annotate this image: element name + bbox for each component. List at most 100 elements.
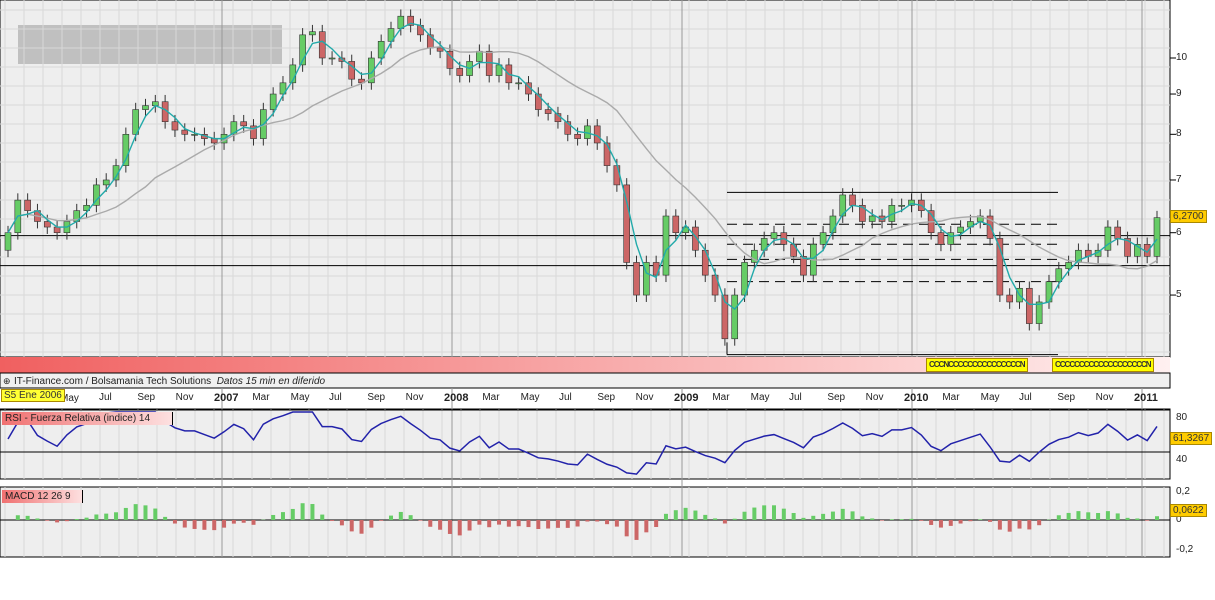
macd-bar-positive [320,514,325,520]
macd-bar-negative [222,520,227,528]
download-icon[interactable]: ⊕ [3,376,11,387]
macd-bar-negative [477,520,482,525]
candle-up [1035,301,1043,324]
macd-bar-negative [45,520,50,521]
macd-bar-negative [929,520,934,525]
macd-bar-positive [742,511,747,520]
macd-bar-positive [899,519,904,520]
x-axis-label: Sep [367,392,386,403]
candle-up [819,232,827,245]
macd-bar-negative [968,520,973,522]
macd-bar-negative [948,520,953,526]
macd-bar-positive [163,516,168,520]
rsi-title: RSI - Fuerza Relativa (indice) 14 [2,412,173,425]
candle-down [24,199,31,211]
macd-bar-negative [487,520,492,528]
macd-bar-negative [624,520,629,537]
macd-bar-negative [231,520,236,524]
macd-bar-negative [172,520,177,524]
macd-bar-negative [428,520,433,527]
macd-bar-positive [1105,511,1110,520]
price-tick: 10 [1176,52,1188,63]
candle-down [240,121,247,127]
candle-up [957,226,964,234]
macd-bar-positive [290,508,295,520]
x-axis-label: Sep [1057,392,1076,403]
x-axis-label: 2011 [1134,392,1158,404]
rsi-last-badge: 61,3267 [1170,432,1213,445]
x-axis-label: Mar [482,392,500,403]
x-axis-label: Sep [597,392,616,403]
x-axis-label: Jul [1019,392,1032,403]
macd-bar-positive [850,511,855,520]
price-tick: 7 [1176,173,1182,185]
candle-up [4,232,12,251]
candle-up [142,105,149,110]
candle-down [613,165,621,186]
x-axis-label: Nov [865,392,884,403]
macd-bar-negative [958,520,963,524]
candle-down [672,215,680,234]
candle-down [53,226,61,234]
candle-down [544,109,552,114]
x-axis-label: Mar [252,392,270,403]
rsi-tick: 40 [1176,454,1188,465]
macd-bar-negative [182,520,187,528]
cursor-date-badge: S5 Ene 2006 [1,389,65,402]
chart-canvas[interactable] [0,0,1215,600]
macd-bar-negative [880,520,885,521]
macd-bar-negative [369,520,374,528]
candle-down [633,262,640,296]
macd-bar-negative [379,520,384,521]
x-axis-label: Mar [712,392,730,403]
macd-bar-positive [889,519,894,520]
candle-down [171,121,179,131]
candle-down [849,194,856,206]
macd-bar-negative [55,520,60,523]
macd-bar-negative [359,520,364,534]
x-axis-label: 2007 [214,392,239,404]
x-axis-label: May [750,392,770,403]
candle-down [535,93,542,110]
macd-bar-positive [703,514,708,520]
macd-bar-positive [123,507,128,520]
chart-window: IT-Finance.com / Bolsamania Tech Solutio… [0,0,1215,600]
last-price-badge: 6,2700 [1170,210,1207,223]
macd-bar-positive [762,505,767,520]
x-axis-label: Nov [1095,392,1114,403]
x-axis-label: Jul [559,392,572,403]
x-axis-label: May [290,392,310,403]
macd-bar-negative [722,520,727,524]
macd-bar-negative [447,520,452,534]
macd-bar-negative [654,520,659,527]
macd-bar-negative [988,520,993,522]
signal-strip-segment: CCCCCCCCCCCCCCCCCCCN [1052,358,1154,372]
candle-down [603,142,611,166]
macd-bar-positive [15,515,20,520]
candle-up [731,294,739,340]
macd-bar-positive [398,511,403,520]
macd-bar-positive [300,503,305,520]
price-tick: 9 [1176,88,1182,100]
price-tick: 6 [1176,226,1182,238]
footer-source: IT-Finance.com / Bolsamania Tech Solutio… [14,376,325,387]
candle-up [476,50,483,62]
macd-bar-positive [1076,511,1081,520]
macd-bar-positive [104,513,109,520]
macd-bar-positive [74,519,79,520]
macd-bar-positive [133,504,138,520]
x-axis-label: Nov [635,392,654,403]
macd-bar-negative [614,520,619,527]
macd-bar-negative [349,520,354,532]
x-axis-label: 2010 [904,392,929,404]
candle-down [1026,287,1033,324]
macd-tick: -0,2 [1176,544,1194,555]
candle-up [191,134,198,136]
macd-bar-negative [938,520,943,528]
macd-bar-positive [1056,515,1061,520]
macd-bar-negative [212,520,217,531]
candle-up [898,205,905,207]
candle-down [574,134,581,139]
price-tick: 5 [1176,289,1182,301]
macd-bar-negative [605,520,610,525]
